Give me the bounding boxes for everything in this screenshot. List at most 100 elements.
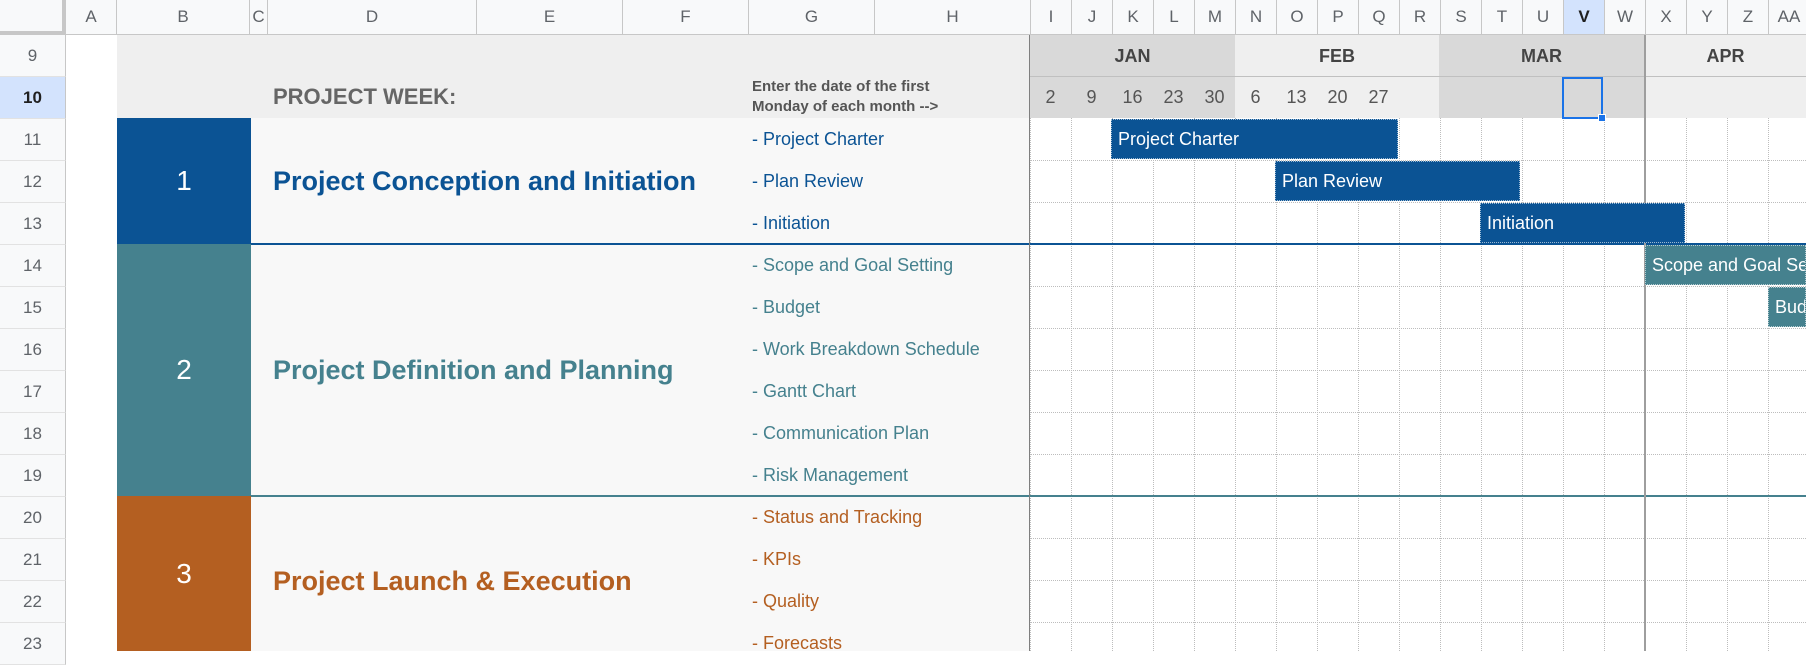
grid-vline xyxy=(1235,118,1236,651)
column-header-m[interactable]: M xyxy=(1195,0,1236,35)
month-divider-apr xyxy=(1644,35,1646,651)
grid-vline xyxy=(1686,118,1687,651)
week-date-cell[interactable]: 2 xyxy=(1030,77,1071,118)
row-header-10[interactable]: 10 xyxy=(0,77,66,119)
column-header-b[interactable]: B xyxy=(117,0,250,35)
task-item[interactable]: - Project Charter xyxy=(752,118,884,160)
grid-vline xyxy=(1194,118,1195,651)
column-header-x[interactable]: X xyxy=(1646,0,1687,35)
phase-3-title: Project Launch & Execution xyxy=(273,565,632,596)
row-header-21[interactable]: 21 xyxy=(0,539,66,581)
column-header-d[interactable]: D xyxy=(268,0,477,35)
row-header-20[interactable]: 20 xyxy=(0,497,66,539)
grid-hline xyxy=(1030,538,1806,539)
instruction-line-1: Enter the date of the first xyxy=(752,78,930,95)
gantt-bar-project-charter[interactable]: Project Charter xyxy=(1111,119,1398,159)
task-item[interactable]: - Gantt Chart xyxy=(752,370,856,412)
column-header-a[interactable]: A xyxy=(66,0,117,35)
week-date-cell[interactable]: 27 xyxy=(1358,77,1399,118)
grid-vline xyxy=(1030,118,1031,651)
column-header-p[interactable]: P xyxy=(1318,0,1359,35)
column-header-c[interactable]: C xyxy=(250,0,268,35)
column-header-o[interactable]: O xyxy=(1277,0,1318,35)
column-header-q[interactable]: Q xyxy=(1359,0,1400,35)
task-item[interactable]: - KPIs xyxy=(752,538,801,580)
phase-2-title: Project Definition and Planning xyxy=(273,354,674,385)
week-date-cell[interactable]: 9 xyxy=(1071,77,1112,118)
row-header-15[interactable]: 15 xyxy=(0,287,66,329)
column-header-s[interactable]: S xyxy=(1441,0,1482,35)
row-header-11[interactable]: 11 xyxy=(0,119,66,161)
column-header-y[interactable]: Y xyxy=(1687,0,1728,35)
month-feb: FEB xyxy=(1319,45,1355,66)
grid-vline xyxy=(1522,118,1523,651)
grid-vline xyxy=(1563,118,1564,651)
grid-hline xyxy=(1030,580,1806,581)
week-date-cell[interactable]: 30 xyxy=(1194,77,1235,118)
selected-cell-V10[interactable] xyxy=(1562,77,1603,119)
row-header-18[interactable]: 18 xyxy=(0,413,66,455)
grid-vline xyxy=(1112,118,1113,651)
grid-vline xyxy=(1071,118,1072,651)
month-jan: JAN xyxy=(1114,45,1151,66)
grid-hline xyxy=(1030,202,1806,203)
column-header-g[interactable]: G xyxy=(749,0,875,35)
grid-hline xyxy=(1030,286,1806,287)
week-date-cell[interactable]: 6 xyxy=(1235,77,1276,118)
column-header-j[interactable]: J xyxy=(1072,0,1113,35)
column-header-u[interactable]: U xyxy=(1523,0,1564,35)
task-item[interactable]: - Scope and Goal Setting xyxy=(752,244,953,286)
grid-vline xyxy=(1153,118,1154,651)
phase-1-title: Project Conception and Initiation xyxy=(273,165,697,196)
column-header-aa[interactable]: AA xyxy=(1769,0,1806,35)
grid-vline xyxy=(1727,118,1728,651)
column-header-r[interactable]: R xyxy=(1400,0,1441,35)
month-mar: MAR xyxy=(1521,45,1562,66)
row-header-19[interactable]: 19 xyxy=(0,455,66,497)
task-item[interactable]: - Forecasts xyxy=(752,622,842,664)
column-header-h[interactable]: H xyxy=(875,0,1031,35)
gantt-bar-plan-review[interactable]: Plan Review xyxy=(1275,161,1520,201)
task-item[interactable]: - Risk Management xyxy=(752,454,908,496)
gantt-bar-budget[interactable]: Budget xyxy=(1768,287,1806,327)
row-header-9[interactable]: 9 xyxy=(0,35,66,77)
column-header-w[interactable]: W xyxy=(1605,0,1646,35)
select-all-corner[interactable] xyxy=(0,0,66,35)
column-header-z[interactable]: Z xyxy=(1728,0,1769,35)
task-item[interactable]: - Quality xyxy=(752,580,819,622)
gantt-bar-scope-and-goal-setting[interactable]: Scope and Goal Setting xyxy=(1645,245,1806,285)
timeline-left-border xyxy=(1029,35,1030,651)
column-header-t[interactable]: T xyxy=(1482,0,1523,35)
row-header-22[interactable]: 22 xyxy=(0,581,66,623)
column-header-i[interactable]: I xyxy=(1031,0,1072,35)
week-date-cell[interactable]: 23 xyxy=(1153,77,1194,118)
column-header-f[interactable]: F xyxy=(623,0,749,35)
row-header-16[interactable]: 16 xyxy=(0,329,66,371)
row-header-12[interactable]: 12 xyxy=(0,161,66,203)
grid-vline xyxy=(1768,118,1769,651)
column-header-e[interactable]: E xyxy=(477,0,623,35)
column-header-n[interactable]: N xyxy=(1236,0,1277,35)
row-header-13[interactable]: 13 xyxy=(0,203,66,245)
task-item[interactable]: - Plan Review xyxy=(752,160,863,202)
gantt-bar-initiation[interactable]: Initiation xyxy=(1480,203,1685,243)
column-header-l[interactable]: L xyxy=(1154,0,1195,35)
row-header-17[interactable]: 17 xyxy=(0,371,66,413)
column-header-k[interactable]: K xyxy=(1113,0,1154,35)
task-item[interactable]: - Status and Tracking xyxy=(752,496,922,538)
selection-fill-handle[interactable] xyxy=(1598,114,1606,122)
task-item[interactable]: - Work Breakdown Schedule xyxy=(752,328,980,370)
week-date-cell[interactable]: 20 xyxy=(1317,77,1358,118)
task-item[interactable]: - Communication Plan xyxy=(752,412,929,454)
week-date-cell[interactable]: 13 xyxy=(1276,77,1317,118)
task-item[interactable]: - Budget xyxy=(752,286,820,328)
column-header-v[interactable]: V xyxy=(1564,0,1605,35)
task-item[interactable]: - Initiation xyxy=(752,202,830,244)
row-header-14[interactable]: 14 xyxy=(0,245,66,287)
grid-hline xyxy=(1030,454,1806,455)
row-header-23[interactable]: 23 xyxy=(0,623,66,665)
phase-3-number: 3 xyxy=(117,496,251,651)
month-apr: APR xyxy=(1706,45,1745,66)
week-date-cell[interactable]: 16 xyxy=(1112,77,1153,118)
grid-hline xyxy=(1030,370,1806,371)
